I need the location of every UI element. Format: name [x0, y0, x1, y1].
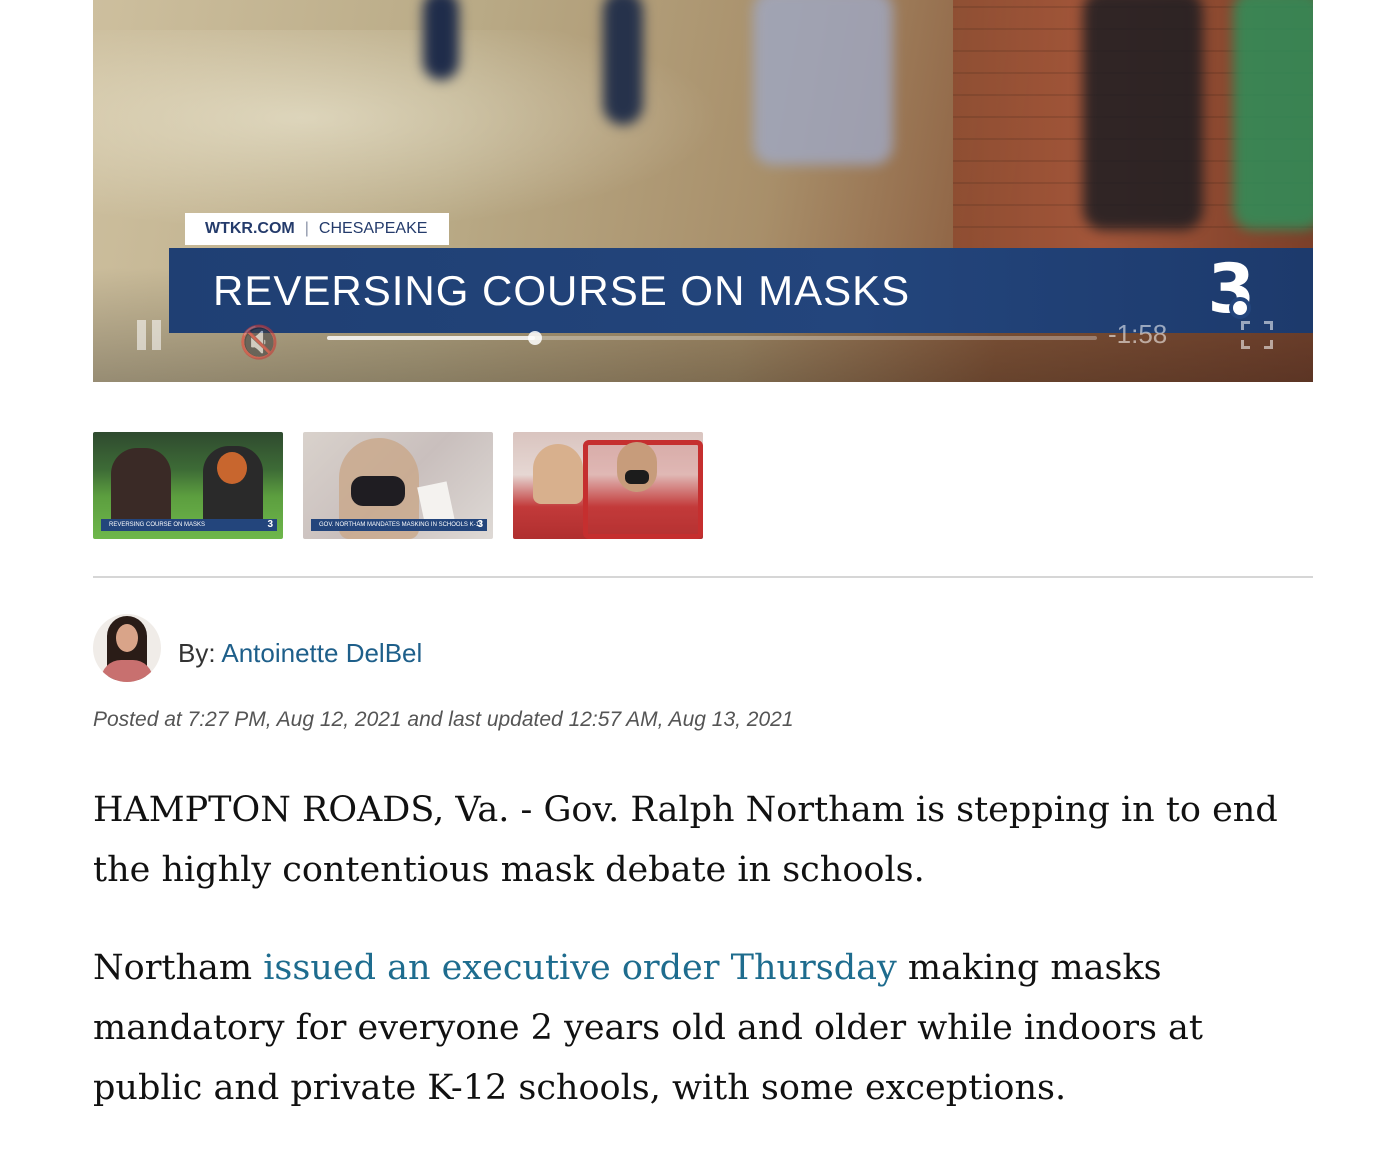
video-progress-bar[interactable]	[327, 331, 1097, 345]
thumbnail-person	[111, 448, 171, 528]
video-tag-brand: WTKR.COM	[205, 220, 295, 237]
thumbnail-child	[617, 442, 657, 492]
author-avatar[interactable]	[93, 614, 161, 682]
thumbnail-person	[203, 446, 263, 528]
byline: By: Antoinette DelBel	[178, 638, 422, 669]
video-frame-person	[1233, 0, 1313, 230]
article-paragraph: HAMPTON ROADS, Va. - Gov. Ralph Northam …	[93, 790, 1278, 890]
video-controls: 🔇 -1:58	[93, 305, 1313, 365]
article-body: HAMPTON ROADS, Va. - Gov. Ralph Northam …	[93, 780, 1313, 1152]
pause-icon[interactable]	[135, 320, 163, 350]
video-frame-person	[1083, 0, 1203, 230]
video-location-tag: WTKR.COM | CHESAPEAKE	[185, 213, 450, 245]
video-time-remaining: -1:58	[1108, 319, 1168, 349]
section-divider	[93, 576, 1313, 578]
thumbnail-caption: REVERSING COURSE ON MASKS	[101, 519, 277, 531]
author-link[interactable]: Antoinette DelBel	[221, 638, 422, 668]
video-player[interactable]: WTKR.COM | CHESAPEAKE REVERSING COURSE O…	[93, 0, 1313, 382]
article-text: Northam	[93, 948, 264, 988]
video-playlist: REVERSING COURSE ON MASKS 3 GOV. NORTHAM…	[93, 432, 703, 539]
video-progress-handle[interactable]	[527, 331, 542, 345]
executive-order-link[interactable]: issued an executive order Thursday	[263, 948, 897, 988]
video-frame-person	[423, 0, 459, 80]
playlist-thumbnail[interactable]: GOV. NORTHAM MANDATES MASKING IN SCHOOLS…	[303, 432, 493, 539]
video-frame-person	[753, 0, 893, 165]
thumbnail-station-logo-icon: 3	[267, 519, 273, 530]
article-page: WTKR.COM | CHESAPEAKE REVERSING COURSE O…	[0, 0, 1376, 1152]
video-progress-fill	[327, 336, 535, 340]
publish-timestamp: Posted at 7:27 PM, Aug 12, 2021 and last…	[93, 708, 794, 731]
video-tag-separator: |	[304, 220, 309, 237]
thumbnail-face-mask	[351, 476, 405, 506]
fullscreen-icon[interactable]	[1241, 321, 1273, 349]
thumbnail-station-logo-icon: 3	[477, 519, 483, 530]
article-paragraph: Northam issued an executive order Thursd…	[93, 938, 1313, 1118]
byline-prefix: By:	[178, 638, 216, 668]
video-frame-person	[603, 0, 643, 125]
playlist-thumbnail[interactable]	[513, 432, 703, 539]
thumbnail-caption: GOV. NORTHAM MANDATES MASKING IN SCHOOLS…	[311, 519, 487, 531]
video-tag-location: CHESAPEAKE	[318, 220, 428, 237]
muted-speaker-icon[interactable]: 🔇	[239, 323, 283, 361]
playlist-thumbnail[interactable]: REVERSING COURSE ON MASKS 3	[93, 432, 283, 539]
thumbnail-child	[533, 444, 583, 504]
